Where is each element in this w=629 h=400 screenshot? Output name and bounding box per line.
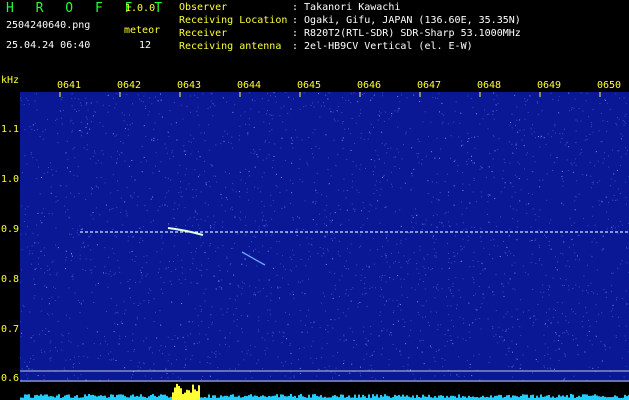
meteor-count: 12 <box>139 40 152 51</box>
freq-tick: 0.9 <box>1 224 20 235</box>
time-tick: 0649 <box>537 80 562 91</box>
file-name: 2504240640.png <box>6 20 91 31</box>
freq-tick: 0.6 <box>1 373 20 384</box>
freq-tick: 1.0 <box>1 174 20 185</box>
info-key: Observer <box>179 2 228 13</box>
freq-tick: 0.8 <box>1 274 20 285</box>
freq-tick: 1.1 <box>1 124 20 135</box>
time-tick: 0646 <box>357 80 382 91</box>
time-tick: 0645 <box>297 80 322 91</box>
date-time: 25.04.24 06:40 <box>6 40 91 51</box>
frequency-unit: kHz <box>1 75 20 86</box>
info-value: : R820T2(RTL-SDR) SDR-Sharp 53.1000MHz <box>292 28 521 39</box>
info-value: : Ogaki, Gifu, JAPAN (136.60E, 35.35N) <box>292 15 521 26</box>
info-value: : Takanori Kawachi <box>292 2 401 13</box>
info-location: Receiving Location : Ogaki, Gifu, JAPAN (… <box>179 15 521 26</box>
time-tick: 0650 <box>597 80 622 91</box>
time-tick: 0648 <box>477 80 502 91</box>
time-tick: 0643 <box>177 80 202 91</box>
spectrogram-plot <box>20 92 629 400</box>
time-tick: 0644 <box>237 80 262 91</box>
info-key: Receiving Location <box>179 15 288 26</box>
info-receiver: Receiver : R820T2(RTL-SDR) SDR-Sharp 53.1… <box>179 28 521 39</box>
info-observer: Observer : Takanori Kawachi <box>179 2 400 13</box>
info-key: Receiving antenna <box>179 41 282 52</box>
time-tick: 0642 <box>117 80 142 91</box>
info-key: Receiver <box>179 28 228 39</box>
freq-tick: 0.7 <box>1 324 20 335</box>
app-version: 1.0.0 <box>125 3 156 14</box>
time-tick: 0647 <box>417 80 442 91</box>
info-antenna: Receiving antenna : 2el-HB9CV Vertical (e… <box>179 41 473 52</box>
meteor-label: meteor <box>124 25 161 36</box>
info-value: : 2el-HB9CV Vertical (el. E-W) <box>292 41 473 52</box>
time-tick: 0641 <box>57 80 82 91</box>
header-panel: H R O F F T 1.0.0 2504240640.png meteor … <box>0 0 629 70</box>
spectrogram-background <box>20 92 629 400</box>
